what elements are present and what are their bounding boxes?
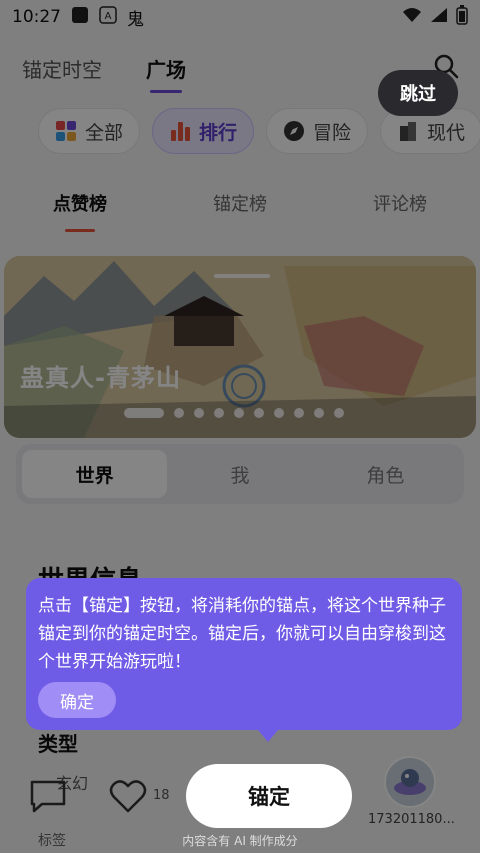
guide-tooltip: 点击【锚定】按钮，将消耗你的锚点，将这个世界种子锚定到你的锚定时空。锚定后，你就…: [26, 578, 462, 730]
tooltip-arrow: [258, 730, 278, 742]
ai-content-note: 内容含有 AI 制作成分: [182, 834, 298, 848]
skip-button[interactable]: 跳过: [378, 70, 458, 116]
anchor-button[interactable]: 锚定: [186, 764, 352, 828]
tooltip-confirm-button[interactable]: 确定: [38, 682, 116, 718]
tooltip-text: 点击【锚定】按钮，将消耗你的锚点，将这个世界种子锚定到你的锚定时空。锚定后，你就…: [38, 596, 446, 672]
